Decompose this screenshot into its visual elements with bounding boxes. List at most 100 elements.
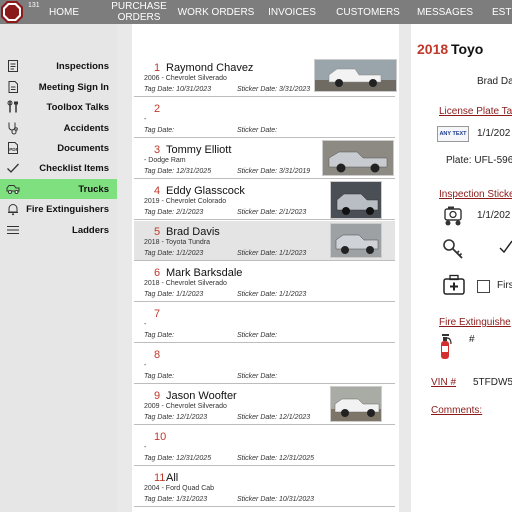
tag-date: Tag Date: (144, 332, 174, 339)
sticker-date: Sticker Date: (237, 373, 277, 380)
list-item[interactable]: 3 Tommy Elliott - Dodge Ram Tag Date: 12… (134, 139, 395, 179)
driver-name: Tommy Elliott (166, 144, 232, 156)
nav-home[interactable]: HOME (44, 0, 84, 24)
driver-name: Brad Davis (166, 226, 220, 238)
nav-estimates[interactable]: EST (492, 0, 512, 24)
first-aid-checkbox[interactable] (477, 280, 490, 293)
tag-date-label: Tag Date: (144, 455, 175, 462)
nav-messages[interactable]: MESSAGES (417, 0, 473, 24)
divider-gutter (117, 24, 132, 512)
list-item[interactable]: 9 Jason Woofter 2009 - Chevrolet Silvera… (134, 385, 395, 425)
first-aid-kit-icon (442, 274, 466, 299)
sticker-date: Sticker Date: 12/31/2025 (237, 455, 314, 462)
truck-detail-panel: 2018 Toyo Brad Da License Plate Ta ANY T… (411, 24, 512, 512)
notification-count: 131 (28, 2, 40, 9)
list-item[interactable]: 7 - Tag Date: Sticker Date: (134, 303, 395, 343)
truck-photo[interactable] (330, 181, 382, 219)
list-item[interactable]: 8 - Tag Date: Sticker Date: (134, 344, 395, 384)
vehicle-description: 2018 - Chevrolet Silverado (144, 280, 227, 287)
sidebar-item-accidents[interactable]: Accidents (0, 118, 117, 138)
vehicle-description: 2009 - Chevrolet Silverado (144, 403, 227, 410)
list-item[interactable]: 1 Raymond Chavez 2006 - Chevrolet Silver… (134, 57, 397, 97)
sticker-date-label: Sticker Date: (237, 168, 278, 175)
sticker-date-label: Sticker Date: (237, 127, 278, 134)
nav-purchase-orders[interactable]: PURCHASE ORDERS (110, 0, 168, 24)
license-plate-heading[interactable]: License Plate Ta (439, 106, 512, 117)
license-plate-number: Plate: UFL-596 (446, 155, 512, 166)
list-item[interactable]: 11 All 2004 - Ford Quad Cab Tag Date: 1/… (134, 467, 395, 507)
clipboard-icon (8, 60, 18, 72)
sticker-date-label: Sticker Date: (237, 496, 278, 503)
sidebar-item-meeting-sign-in[interactable]: Meeting Sign In (0, 77, 117, 97)
sidebar-item-documents[interactable]: PDF Documents (0, 138, 117, 158)
truck-photo[interactable] (322, 140, 394, 176)
fire-extinguisher-heading[interactable]: Fire Extinguishe (439, 317, 511, 328)
list-item[interactable]: 2 - Tag Date: Sticker Date: (134, 98, 395, 138)
inspection-sticker-heading[interactable]: Inspection Sticke (439, 189, 512, 200)
sidebar-item-checklist-items[interactable]: Checklist Items (0, 158, 117, 178)
truck-photo[interactable] (314, 59, 397, 92)
vehicle-description: 2019 - Chevrolet Colorado (144, 198, 227, 205)
sticker-date-value: 2/1/2023 (279, 209, 307, 216)
nav-invoices[interactable]: INVOICES (268, 0, 316, 24)
sidebar-item-fire-extinguishers[interactable]: Fire Extinguishers (0, 199, 117, 219)
sticker-date-label: Sticker Date: (237, 209, 278, 216)
sidebar-item-trucks[interactable]: Trucks (0, 179, 117, 199)
truck-icon (6, 185, 20, 194)
truck-number: 5 (154, 226, 161, 238)
company-logo-icon[interactable] (0, 0, 24, 24)
sticker-camera-icon[interactable] (442, 205, 466, 230)
sticker-date: Sticker Date: 1/1/2023 (237, 291, 306, 298)
checkmark-icon (499, 239, 512, 258)
list-item[interactable]: 4 Eddy Glasscock 2019 - Chevrolet Colora… (134, 180, 395, 220)
sticker-date: Sticker Date: 2/1/2023 (237, 209, 306, 216)
list-item[interactable]: 6 Mark Barksdale 2018 - Chevrolet Silver… (134, 262, 395, 302)
nav-work-orders[interactable]: WORK ORDERS (178, 0, 255, 24)
vin-label: VIN # (431, 377, 457, 388)
meeting-doc-icon (8, 81, 18, 93)
sidebar-item-label: Ladders (72, 224, 109, 236)
truck-photo[interactable] (330, 223, 382, 258)
list-item-selected[interactable]: 5 Brad Davis 2018 - Toyota Tundra Tag Da… (134, 221, 395, 261)
truck-number: 4 (154, 185, 161, 197)
license-date: 1/1/202 (477, 128, 511, 139)
sticker-date: Sticker Date: 1/1/2023 (237, 250, 306, 257)
tag-date-label: Tag Date: (144, 496, 175, 503)
sidebar-item-label: Documents (57, 142, 109, 154)
tag-date-value: 1/31/2023 (176, 496, 208, 503)
tag-date: Tag Date: (144, 127, 174, 134)
tag-date: Tag Date: (144, 373, 174, 380)
sidebar-item-label: Fire Extinguishers (26, 203, 109, 215)
tag-date: Tag Date: 10/31/2023 (144, 86, 211, 93)
inspection-date: 1/1/202 (477, 210, 511, 221)
truck-photo[interactable] (330, 386, 382, 422)
sidebar: Inspections Meeting Sign In Toolbox Talk… (0, 24, 117, 512)
sticker-date-value: 10/31/2023 (279, 496, 315, 503)
driver-name: All (166, 472, 179, 484)
sidebar-item-toolbox-talks[interactable]: Toolbox Talks (0, 97, 117, 117)
driver-name: Mark Barksdale (166, 267, 243, 279)
comments-label[interactable]: Comments: (431, 405, 482, 416)
truck-number: 3 (154, 144, 161, 156)
sticker-date-value: 12/31/2025 (279, 455, 315, 462)
tag-date: Tag Date: 2/1/2023 (144, 209, 203, 216)
list-item[interactable]: 10 - Tag Date: 12/31/2025 Sticker Date: … (134, 426, 395, 466)
tag-date-label: Tag Date: (144, 86, 175, 93)
truck-number: 8 (154, 349, 161, 361)
vehicle-description: 2006 - Chevrolet Silverado (144, 75, 227, 82)
key-icon (442, 238, 464, 263)
sticker-date: Sticker Date: (237, 332, 277, 339)
fire-extinguisher-icon (438, 332, 452, 363)
tag-date-label: Tag Date: (144, 332, 175, 339)
license-plate-image[interactable]: ANY TEXT (437, 126, 469, 142)
driver-name: Jason Woofter (166, 390, 237, 402)
checkmark-icon (7, 163, 19, 173)
truck-list[interactable]: 1 Raymond Chavez 2006 - Chevrolet Silver… (132, 24, 399, 512)
sidebar-item-inspections[interactable]: Inspections (0, 56, 117, 76)
nav-customers[interactable]: CUSTOMERS (336, 0, 400, 24)
sidebar-item-ladders[interactable]: Ladders (0, 220, 117, 240)
truck-number: 6 (154, 267, 161, 279)
tag-date-value: 10/31/2023 (176, 86, 212, 93)
sidebar-item-label: Meeting Sign In (38, 81, 109, 93)
sidebar-item-label: Toolbox Talks (46, 101, 109, 113)
